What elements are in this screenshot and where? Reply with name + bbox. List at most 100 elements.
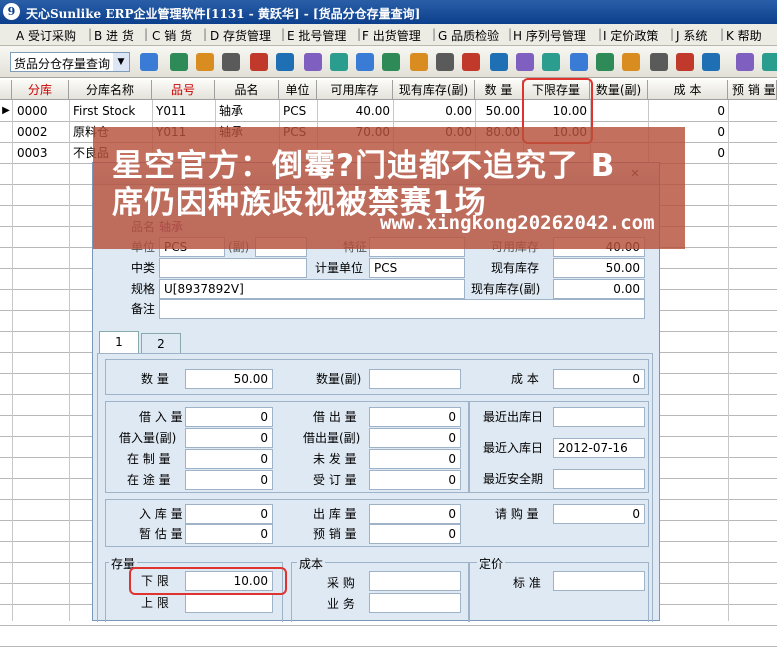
tool-4-icon[interactable] <box>222 53 240 71</box>
watermark-url: www.xingkong20262042.com <box>380 212 655 234</box>
last-in-date-field: 2012-07-16 <box>553 438 645 458</box>
tool-10-icon[interactable] <box>382 53 400 71</box>
menu-item-sales[interactable]: C 销 货 <box>152 27 192 44</box>
label: 标 准 <box>513 576 541 590</box>
menu-separator: | <box>88 27 93 41</box>
column-header[interactable]: 分库名称 <box>69 80 152 100</box>
table-cell[interactable]: 0000 <box>14 101 69 121</box>
tool-3-icon[interactable] <box>196 53 214 71</box>
group-title: 成本 <box>297 554 326 574</box>
tab-1[interactable]: 1 <box>99 331 139 353</box>
spec-field[interactable]: U[8937892V] <box>159 279 465 299</box>
label: 采 购 <box>327 576 355 590</box>
label: 备注 <box>131 302 156 316</box>
label: 上 限 <box>141 596 169 610</box>
category-field[interactable] <box>159 258 307 278</box>
tool-15-icon[interactable] <box>516 53 534 71</box>
table-cell[interactable]: 0.00 <box>393 101 475 121</box>
business-cost-field[interactable] <box>369 593 461 613</box>
tool-22-icon[interactable] <box>702 53 720 71</box>
column-header[interactable]: 品名 <box>215 80 279 100</box>
function-combo[interactable]: 货品分仓存量查询 ▼ <box>10 52 130 72</box>
group-title: 定价 <box>477 554 506 574</box>
menu-separator: | <box>720 27 725 41</box>
menu-separator: | <box>598 27 603 41</box>
menu-item-pricing[interactable]: I 定价政策 <box>603 27 658 44</box>
tool-14-icon[interactable] <box>490 53 508 71</box>
menu-item-inventory[interactable]: D 存货管理 <box>210 27 271 44</box>
label: 业 务 <box>327 597 355 611</box>
tool-8-icon[interactable] <box>330 53 348 71</box>
tool-16-icon[interactable] <box>542 53 560 71</box>
label: 暂 估 量 <box>139 527 183 541</box>
menu-item-orders[interactable]: A 受订采购 <box>16 27 76 44</box>
purchase-cost-field[interactable] <box>369 571 461 591</box>
tool-17-icon[interactable] <box>570 53 588 71</box>
quantity-field: 50.00 <box>185 369 273 389</box>
column-header[interactable]: 成 本 <box>648 80 728 100</box>
menu-item-help[interactable]: K 帮助 <box>726 27 762 44</box>
table-cell[interactable]: 40.00 <box>317 101 393 121</box>
menu-item-shipping[interactable]: F 出货管理 <box>362 27 421 44</box>
tool-13-icon[interactable] <box>462 53 480 71</box>
tool-20-icon[interactable] <box>650 53 668 71</box>
borrow-out-field: 0 <box>369 407 461 427</box>
borrow-out-secondary-field: 0 <box>369 428 461 448</box>
column-header[interactable]: 数量(副) <box>590 80 648 100</box>
app-icon: 9 <box>3 3 20 20</box>
tool-12-icon[interactable] <box>436 53 454 71</box>
tool-11-icon[interactable] <box>410 53 428 71</box>
label: 在 途 量 <box>127 473 171 487</box>
standard-price-field[interactable] <box>553 571 645 591</box>
menu-bar: A 受订采购 | B 进 货 | C 销 货 | D 存货管理 | E 批号管理… <box>0 24 777 46</box>
measure-unit-field[interactable]: PCS <box>369 258 465 278</box>
tool-6-icon[interactable] <box>276 53 294 71</box>
tool-24-icon[interactable] <box>762 53 777 71</box>
column-header[interactable]: 分库 <box>12 80 69 100</box>
highlight-lower-limit-field <box>129 567 287 595</box>
last-out-date-field <box>553 407 645 427</box>
menu-separator: | <box>670 27 675 41</box>
column-header[interactable]: 品号 <box>152 80 215 100</box>
tab-2[interactable]: 2 <box>141 333 181 353</box>
borrow-in-field: 0 <box>185 407 273 427</box>
column-header[interactable]: 可用库存 <box>317 80 393 100</box>
table-cell[interactable]: Y011 <box>153 101 215 121</box>
label: 中类 <box>131 261 156 275</box>
table-cell[interactable]: 0 <box>648 101 728 121</box>
chevron-down-icon[interactable]: ▼ <box>113 53 129 71</box>
tool-7-icon[interactable] <box>304 53 322 71</box>
tool-9-icon[interactable] <box>356 53 374 71</box>
label: 最近入库日 <box>483 441 544 455</box>
remark-field[interactable] <box>159 299 645 319</box>
table-cell[interactable]: 0002 <box>14 122 69 142</box>
column-header[interactable]: 预 销 量 <box>728 80 777 100</box>
tool-18-icon[interactable] <box>596 53 614 71</box>
table-cell[interactable]: 50.00 <box>475 101 523 121</box>
current-stock-field: 50.00 <box>553 258 645 278</box>
menu-item-system[interactable]: J 系统 <box>676 27 707 44</box>
tool-23-icon[interactable] <box>736 53 754 71</box>
unshipped-field: 0 <box>369 449 461 469</box>
menu-separator: | <box>432 27 437 41</box>
upper-limit-field[interactable] <box>185 593 273 613</box>
table-cell[interactable]: 轴承 <box>216 101 279 121</box>
table-cell[interactable]: PCS <box>280 101 317 121</box>
tool-21-icon[interactable] <box>676 53 694 71</box>
tool-1-icon[interactable] <box>140 53 158 71</box>
tool-19-icon[interactable] <box>622 53 640 71</box>
menu-item-quality[interactable]: G 品质检验 <box>438 27 499 44</box>
column-header[interactable]: 数 量 <box>475 80 523 100</box>
menu-item-serial[interactable]: H 序列号管理 <box>513 27 586 44</box>
in-transit-field: 0 <box>185 470 273 490</box>
menu-item-batch[interactable]: E 批号管理 <box>287 27 346 44</box>
table-cell[interactable]: 0003 <box>14 143 69 163</box>
column-header[interactable]: 现有库存(副) <box>393 80 475 100</box>
menu-item-purchase[interactable]: B 进 货 <box>94 27 134 44</box>
grid-row-line <box>0 625 777 626</box>
tool-5-icon[interactable] <box>250 53 268 71</box>
tool-2-icon[interactable] <box>170 53 188 71</box>
column-header[interactable]: 单位 <box>279 80 317 100</box>
label: 请 购 量 <box>495 507 539 521</box>
table-cell[interactable]: First Stock <box>70 101 152 121</box>
